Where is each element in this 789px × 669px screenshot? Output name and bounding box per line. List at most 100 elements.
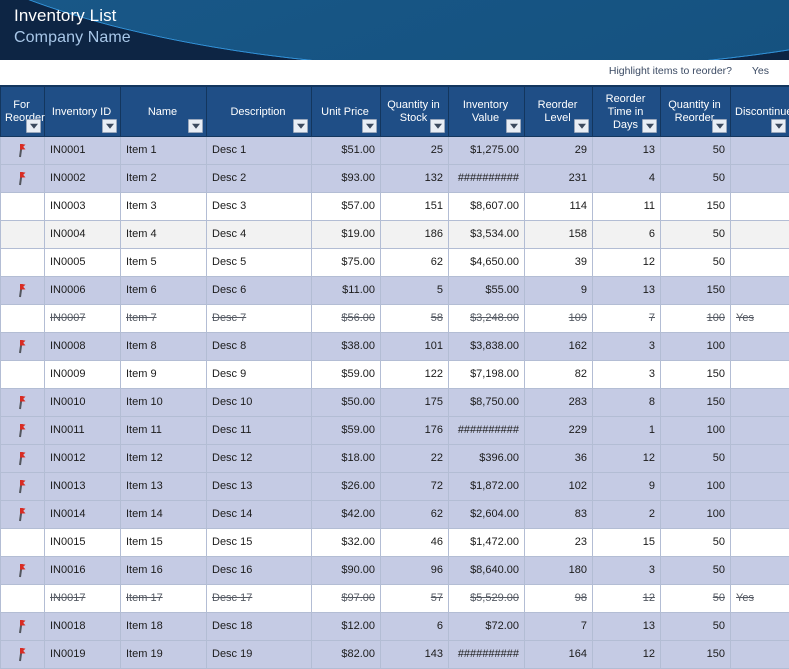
cell-quantity-in-reorder: 50: [661, 529, 731, 557]
cell-inventory-value: $1,275.00: [449, 137, 525, 165]
cell-quantity-in-reorder: 150: [661, 641, 731, 669]
cell-reorder-level: 82: [525, 361, 593, 389]
cell-discontinued: [731, 641, 789, 669]
cell-inventory-value: $3,838.00: [449, 333, 525, 361]
cell-discontinued: [731, 557, 789, 585]
cell-discontinued: [731, 277, 789, 305]
column-header-for_reorder: For Reorder: [1, 86, 45, 137]
cell-inventory-value: $4,650.00: [449, 249, 525, 277]
cell-reorder-time-days: 8: [593, 389, 661, 417]
filter-dropdown-icon[interactable]: [430, 119, 445, 133]
table-row[interactable]: IN0019Item 19Desc 19$82.00143##########1…: [1, 641, 789, 669]
flag-cloth: [20, 284, 26, 290]
filter-dropdown-icon[interactable]: [362, 119, 377, 133]
red-flag-icon: [17, 451, 29, 465]
table-row[interactable]: IN0018Item 18Desc 18$12.006$72.0071350: [1, 613, 789, 641]
cell-discontinued: [731, 221, 789, 249]
cell-inventory-id: IN0018: [45, 613, 121, 641]
cell-reorder-level: 36: [525, 445, 593, 473]
cell-description: Desc 4: [207, 221, 312, 249]
cell-inventory-value: $7,198.00: [449, 361, 525, 389]
cell-for-reorder: [1, 641, 45, 669]
cell-for-reorder: [1, 137, 45, 165]
cell-quantity-in-stock: 62: [381, 501, 449, 529]
cell-quantity-in-stock: 96: [381, 557, 449, 585]
cell-reorder-time-days: 6: [593, 221, 661, 249]
table-row[interactable]: IN0011Item 11Desc 11$59.00176##########2…: [1, 417, 789, 445]
cell-inventory-value: $1,472.00: [449, 529, 525, 557]
cell-description: Desc 3: [207, 193, 312, 221]
cell-unit-price: $97.00: [312, 585, 381, 613]
table-row[interactable]: IN0016Item 16Desc 16$90.0096$8,640.00180…: [1, 557, 789, 585]
table-row[interactable]: IN0005Item 5Desc 5$75.0062$4,650.0039125…: [1, 249, 789, 277]
cell-reorder-time-days: 11: [593, 193, 661, 221]
cell-unit-price: $19.00: [312, 221, 381, 249]
column-header-reorder_time_days: Reorder Time in Days: [593, 86, 661, 137]
red-flag-icon: [17, 507, 29, 521]
cell-description: Desc 18: [207, 613, 312, 641]
cell-for-reorder: [1, 613, 45, 641]
cell-inventory-value: $8,640.00: [449, 557, 525, 585]
cell-quantity-in-reorder: 50: [661, 137, 731, 165]
cell-quantity-in-stock: 176: [381, 417, 449, 445]
cell-inventory-id: IN0013: [45, 473, 121, 501]
table-row[interactable]: IN0014Item 14Desc 14$42.0062$2,604.00832…: [1, 501, 789, 529]
cell-quantity-in-stock: 151: [381, 193, 449, 221]
filter-dropdown-icon[interactable]: [506, 119, 521, 133]
table-row[interactable]: IN0006Item 6Desc 6$11.005$55.00913150: [1, 277, 789, 305]
cell-unit-price: $57.00: [312, 193, 381, 221]
red-flag-icon: [17, 339, 29, 353]
cell-name: Item 16: [121, 557, 207, 585]
table-row[interactable]: IN0017Item 17Desc 17$97.0057$5,529.00981…: [1, 585, 789, 613]
cell-reorder-level: 9: [525, 277, 593, 305]
table-row[interactable]: IN0010Item 10Desc 10$50.00175$8,750.0028…: [1, 389, 789, 417]
column-header-label: Unit Price: [316, 106, 376, 119]
cell-reorder-time-days: 13: [593, 613, 661, 641]
cell-unit-price: $42.00: [312, 501, 381, 529]
table-row[interactable]: IN0015Item 15Desc 15$32.0046$1,472.00231…: [1, 529, 789, 557]
filter-dropdown-icon[interactable]: [293, 119, 308, 133]
table-row[interactable]: IN0009Item 9Desc 9$59.00122$7,198.008231…: [1, 361, 789, 389]
highlight-reorder-value[interactable]: Yes: [752, 65, 769, 77]
filter-dropdown-icon[interactable]: [102, 119, 117, 133]
cell-unit-price: $59.00: [312, 361, 381, 389]
cell-reorder-level: 29: [525, 137, 593, 165]
table-row[interactable]: IN0002Item 2Desc 2$93.00132##########231…: [1, 165, 789, 193]
column-header-quantity_in_reorder: Quantity in Reorder: [661, 86, 731, 137]
column-header-label: Name: [125, 106, 202, 119]
filter-dropdown-icon[interactable]: [712, 119, 727, 133]
flag-cloth: [20, 620, 26, 626]
cell-reorder-level: 7: [525, 613, 593, 641]
cell-name: Item 3: [121, 193, 207, 221]
cell-reorder-time-days: 7: [593, 305, 661, 333]
cell-inventory-value: $55.00: [449, 277, 525, 305]
cell-quantity-in-reorder: 50: [661, 613, 731, 641]
flag-cloth: [20, 480, 26, 486]
table-row[interactable]: IN0012Item 12Desc 12$18.0022$396.0036125…: [1, 445, 789, 473]
cell-reorder-level: 231: [525, 165, 593, 193]
table-row[interactable]: IN0013Item 13Desc 13$26.0072$1,872.00102…: [1, 473, 789, 501]
filter-dropdown-icon[interactable]: [574, 119, 589, 133]
filter-dropdown-icon[interactable]: [26, 119, 41, 133]
table-row[interactable]: IN0003Item 3Desc 3$57.00151$8,607.001141…: [1, 193, 789, 221]
filter-dropdown-icon[interactable]: [771, 119, 786, 133]
cell-inventory-id: IN0008: [45, 333, 121, 361]
cell-quantity-in-stock: 132: [381, 165, 449, 193]
filter-dropdown-icon[interactable]: [642, 119, 657, 133]
red-flag-icon: [17, 479, 29, 493]
cell-discontinued: [731, 193, 789, 221]
flag-cloth: [20, 648, 26, 654]
cell-quantity-in-reorder: 150: [661, 277, 731, 305]
flag-cloth: [20, 396, 26, 402]
red-flag-icon: [17, 423, 29, 437]
table-row[interactable]: IN0001Item 1Desc 1$51.0025$1,275.0029135…: [1, 137, 789, 165]
table-row[interactable]: IN0007Item 7Desc 7$56.0058$3,248.0010971…: [1, 305, 789, 333]
cell-name: Item 2: [121, 165, 207, 193]
table-row[interactable]: IN0008Item 8Desc 8$38.00101$3,838.001623…: [1, 333, 789, 361]
table-row[interactable]: IN0004Item 4Desc 4$19.00186$3,534.001586…: [1, 221, 789, 249]
inventory-table: For ReorderInventory IDNameDescriptionUn…: [0, 85, 789, 669]
filter-dropdown-icon[interactable]: [188, 119, 203, 133]
cell-inventory-value: $1,872.00: [449, 473, 525, 501]
cell-for-reorder: [1, 221, 45, 249]
cell-description: Desc 7: [207, 305, 312, 333]
